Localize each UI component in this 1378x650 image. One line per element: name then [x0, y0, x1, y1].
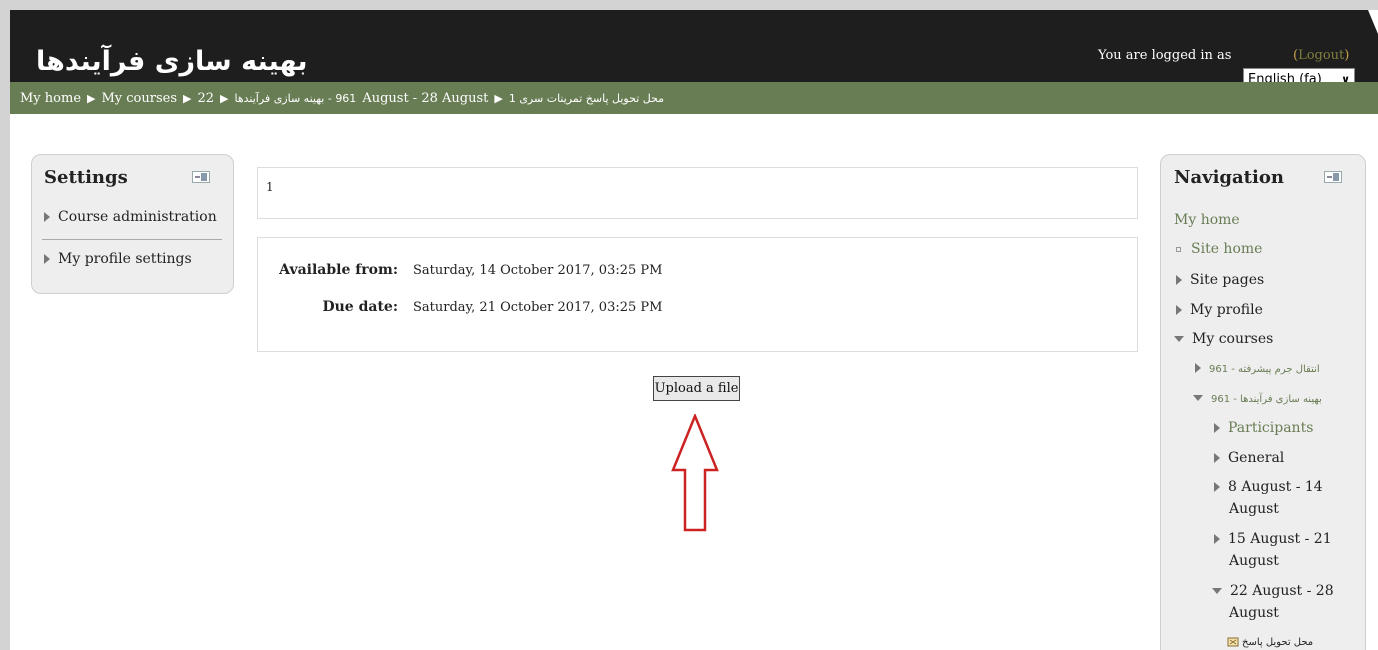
site-title[interactable]: بهینه سازی فرآیندها [36, 46, 308, 77]
breadcrumb-course[interactable]: 961 - بهینه سازی فرآیندها [235, 92, 357, 105]
assignment-intro: 1 [257, 167, 1138, 219]
available-from-label: Available from: [279, 262, 398, 278]
nav-week-1-line2[interactable]: August [1229, 501, 1279, 517]
logout-label[interactable]: Logout [1298, 48, 1344, 63]
breadcrumb-separator-icon: ▶ [494, 91, 503, 105]
nav-week-3[interactable]: 22 August - 28 [1212, 583, 1334, 599]
nav-my-courses[interactable]: My courses [1174, 331, 1273, 347]
expanded-arrow-icon [1193, 395, 1203, 401]
nav-site-pages-label: Site pages [1190, 272, 1265, 288]
settings-item-course-administration[interactable]: Course administration [44, 209, 217, 225]
nav-assignment-label: محل تحویل پاسخ [1242, 637, 1314, 648]
dock-block-icon[interactable] [192, 171, 210, 183]
nav-week-2-line2[interactable]: August [1229, 553, 1279, 569]
collapsed-arrow-icon [1214, 482, 1220, 492]
settings-item-my-profile-settings[interactable]: My profile settings [44, 251, 192, 267]
nav-general[interactable]: General [1214, 450, 1284, 466]
nav-course-2[interactable]: بهینه سازی فرآیندها - 961 [1193, 390, 1322, 406]
nav-my-profile[interactable]: My profile [1176, 302, 1263, 318]
nav-my-courses-label: My courses [1192, 331, 1274, 347]
nav-site-home-label: Site home [1191, 241, 1263, 257]
nav-week-2[interactable]: 15 August - 21 [1214, 531, 1332, 547]
breadcrumb-my-home[interactable]: My home [20, 91, 81, 106]
nav-my-home[interactable]: My home [1174, 212, 1240, 228]
nav-week-3-label: 22 August - 28 [1230, 583, 1334, 599]
settings-divider [42, 239, 222, 240]
nav-site-home[interactable]: Site home [1176, 241, 1262, 257]
breadcrumb: My home ▶ My courses ▶ 22 ▶ 961 - بهینه … [10, 82, 1378, 114]
bullet-icon [1176, 246, 1181, 252]
nav-participants[interactable]: Participants [1214, 420, 1313, 436]
nav-site-pages[interactable]: Site pages [1176, 272, 1264, 288]
assignment-icon [1227, 635, 1240, 647]
nav-week-2-label: 15 August - 21 [1228, 531, 1332, 547]
breadcrumb-category[interactable]: 22 [197, 91, 214, 106]
nav-assignment[interactable]: محل تحویل پاسخ [1227, 633, 1313, 649]
nav-week-3-line2[interactable]: August [1229, 605, 1279, 621]
breadcrumb-section[interactable]: August - 28 August [362, 91, 488, 106]
nav-general-label: General [1228, 450, 1285, 466]
settings-item-label: Course administration [58, 209, 217, 225]
settings-item-label: My profile settings [58, 251, 192, 267]
collapsed-arrow-icon [1176, 305, 1182, 315]
breadcrumb-my-courses[interactable]: My courses [101, 91, 177, 106]
available-from-value: Saturday, 14 October 2017, 03:25 PM [413, 263, 663, 278]
nav-week-1-label: 8 August - 14 [1228, 479, 1323, 495]
settings-block: Settings Course administration My profil… [31, 154, 234, 294]
collapsed-arrow-icon [44, 254, 50, 264]
breadcrumb-separator-icon: ▶ [183, 91, 192, 105]
nav-participants-label: Participants [1228, 420, 1314, 436]
nav-my-profile-label: My profile [1190, 302, 1263, 318]
expanded-arrow-icon [1174, 336, 1184, 342]
settings-title: Settings [44, 167, 128, 188]
nav-course-2-label: بهینه سازی فرآیندها - 961 [1211, 394, 1322, 405]
page: بهینه سازی فرآیندها You are logged in as… [10, 10, 1378, 650]
dock-block-icon[interactable] [1324, 171, 1342, 183]
breadcrumb-separator-icon: ▶ [220, 91, 229, 105]
collapsed-arrow-icon [1214, 423, 1220, 433]
assignment-dates: Available from: Saturday, 14 October 201… [257, 237, 1138, 352]
due-date-label: Due date: [322, 299, 398, 315]
expanded-arrow-icon [1212, 588, 1222, 594]
nav-course-1-label: انتقال جرم پیشرفته - 961 [1209, 364, 1320, 375]
up-arrow-annotation-icon [671, 414, 719, 532]
collapsed-arrow-icon [1195, 363, 1201, 373]
breadcrumb-separator-icon: ▶ [87, 91, 96, 105]
login-info: You are logged in as [1098, 48, 1232, 63]
breadcrumb-assignment[interactable]: محل تحویل پاسخ تمرینات سری 1 [509, 92, 664, 105]
navigation-block: Navigation My home Site home Site pages … [1160, 154, 1366, 650]
collapsed-arrow-icon [1176, 275, 1182, 285]
intro-text: 1 [266, 180, 274, 194]
collapsed-arrow-icon [44, 212, 50, 222]
nav-week-1[interactable]: 8 August - 14 [1214, 479, 1323, 495]
nav-course-1[interactable]: انتقال جرم پیشرفته - 961 [1195, 360, 1320, 376]
navigation-title: Navigation [1174, 167, 1284, 188]
collapsed-arrow-icon [1214, 534, 1220, 544]
due-date-value: Saturday, 21 October 2017, 03:25 PM [413, 300, 663, 315]
logout-link[interactable]: (Logout) [1293, 48, 1349, 63]
corner-decoration [1368, 10, 1378, 34]
upload-file-button[interactable]: Upload a file [653, 376, 740, 401]
collapsed-arrow-icon [1214, 453, 1220, 463]
